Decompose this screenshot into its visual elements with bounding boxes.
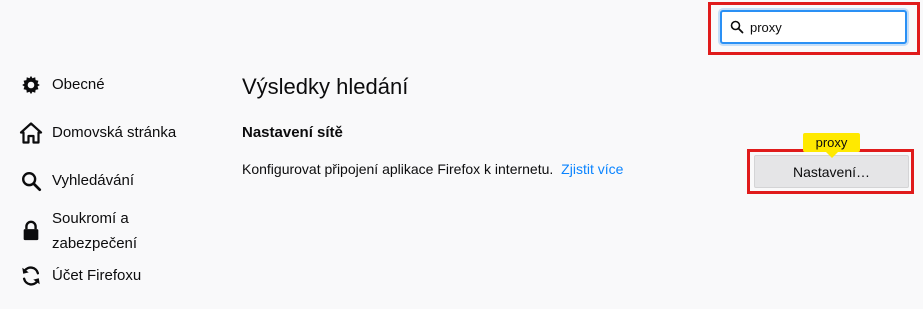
search-match-tag: proxy xyxy=(803,133,860,158)
search-field[interactable] xyxy=(720,10,907,44)
section-title: Nastavení sítě xyxy=(242,124,343,141)
sidebar-item-label: Soukromí a zabezpečení xyxy=(52,210,138,252)
sidebar-item-home[interactable]: Domovská stránka xyxy=(18,120,176,145)
sidebar-item-label: Vyhledávání xyxy=(52,172,135,189)
network-settings-button[interactable]: Nastavení… xyxy=(754,155,909,188)
lock-icon xyxy=(18,218,43,243)
sidebar-item-sync[interactable]: Účet Firefoxu xyxy=(18,263,141,288)
search-input[interactable] xyxy=(750,19,890,35)
preferences-page: Obecné Domovská stránka Vyhledávání xyxy=(0,0,923,309)
home-icon xyxy=(18,120,43,145)
search-icon xyxy=(730,20,744,34)
description-text: Konfigurovat připojení aplikace Firefox … xyxy=(242,161,554,177)
search-icon xyxy=(18,168,43,193)
sidebar-item-label: Obecné xyxy=(52,76,105,93)
sidebar-item-label: Domovská stránka xyxy=(52,124,177,141)
sidebar-item-privacy[interactable]: Soukromí a zabezpečení xyxy=(18,206,192,256)
network-description: Konfigurovat připojení aplikace Firefox … xyxy=(242,161,623,177)
gear-icon xyxy=(18,72,43,97)
sidebar-item-search[interactable]: Vyhledávání xyxy=(18,168,134,193)
sidebar-item-label: Účet Firefoxu xyxy=(52,267,142,284)
sync-icon xyxy=(18,263,43,288)
sidebar-item-general[interactable]: Obecné xyxy=(18,72,105,97)
page-title: Výsledky hledání xyxy=(242,74,409,99)
learn-more-link[interactable]: Zjistit více xyxy=(561,161,623,177)
